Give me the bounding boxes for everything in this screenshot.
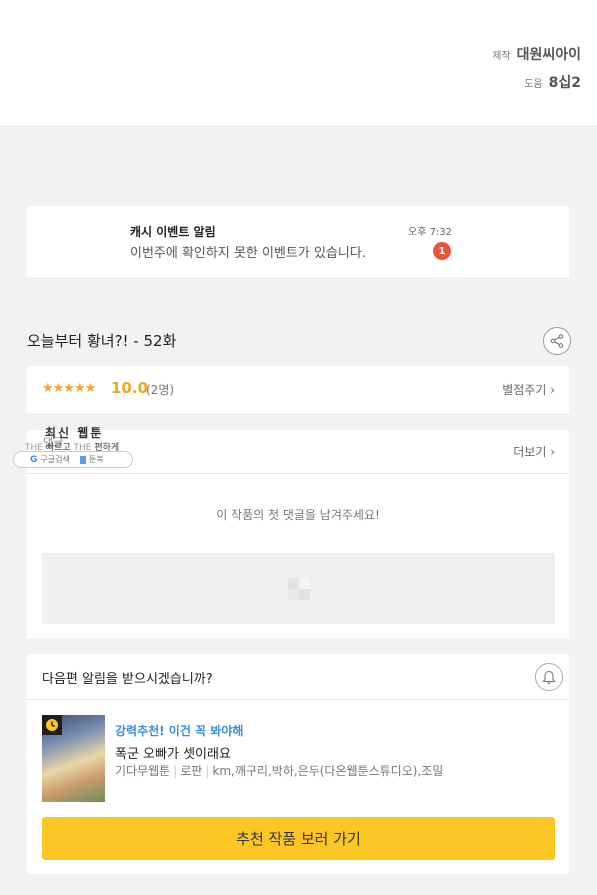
notify-question: 다음편 알림을 받으시겠습니까? xyxy=(42,672,213,687)
recommend-genre: 로판 xyxy=(180,764,203,778)
production-label: 제작 xyxy=(492,51,511,62)
top-area: 제작 대원씨아이 도움 8십2 xyxy=(0,0,597,125)
meta-separator: | xyxy=(205,764,210,778)
google-icon: G xyxy=(30,454,38,465)
episode-title: 오늘부터 황녀?! - 52화 xyxy=(27,332,177,350)
assist-label: 도움 xyxy=(524,79,543,90)
next-episode-notify-card: 다음편 알림을 받으시겠습니까? 강력추천! 이건 꼭 봐야해 폭군 오빠가 셋… xyxy=(27,654,569,874)
recommended-thumbnail[interactable] xyxy=(42,715,105,802)
recommend-type: 기다무웹툰 xyxy=(115,764,171,778)
toonbook-icon xyxy=(79,455,86,464)
webtoon-overlay-banner[interactable]: 댓글 최신 웹툰 THE 빠르고 THE 편하게 G 구글검색 툰북 xyxy=(13,422,138,470)
recommend-title[interactable]: 폭군 오빠가 셋이래요 xyxy=(115,743,231,762)
star-rating-icon: ★★★★★ xyxy=(42,381,96,396)
recommend-tag: 강력추천! 이건 꼭 봐야해 xyxy=(115,724,244,738)
event-count-badge: 1 xyxy=(433,242,451,260)
comments-more-link[interactable]: 더보기 › xyxy=(513,443,555,460)
toonbook-link[interactable]: 툰북 xyxy=(79,454,104,465)
event-time: 오후 7:32 xyxy=(408,227,453,238)
rating-card: ★★★★★ 10.0 (2명) 별점주기 › xyxy=(27,366,569,413)
event-notification-card[interactable]: 캐시 이벤트 알림 이번주에 확인하지 못한 이벤트가 있습니다. 오후 7:3… xyxy=(27,206,569,277)
comments-divider xyxy=(27,473,569,474)
production-value: 대원씨아이 xyxy=(516,47,581,63)
bell-icon xyxy=(542,670,556,684)
recommend-authors: km,깨구리,박하,은두(다온웹툰스튜디오),조밀 xyxy=(212,764,444,778)
assist-value: 8십2 xyxy=(548,75,581,91)
rating-count: (2명) xyxy=(146,383,175,397)
clock-icon xyxy=(46,719,58,731)
rate-button[interactable]: 별점주기 › xyxy=(502,381,555,398)
share-icon xyxy=(550,334,564,348)
recommend-meta: 기다무웹툰 | 로판 | km,깨구리,박하,은두(다온웹툰스튜디오),조밀 xyxy=(115,762,443,779)
event-description: 이번주에 확인하지 못한 이벤트가 있습니다. xyxy=(130,246,366,261)
wait-free-badge xyxy=(42,715,62,735)
credits: 제작 대원씨아이 도움 8십2 xyxy=(492,44,581,100)
credit-assist: 도움 8십2 xyxy=(492,72,581,100)
overlay-title: 최신 웹툰 xyxy=(45,426,104,440)
meta-separator: | xyxy=(173,764,178,778)
google-search-link[interactable]: G 구글검색 xyxy=(30,454,70,465)
notify-divider xyxy=(27,699,569,700)
comments-empty-message: 이 작품의 첫 댓글을 남겨주세요! xyxy=(216,508,380,522)
ad-placeholder xyxy=(42,553,555,624)
event-title: 캐시 이벤트 알림 xyxy=(130,225,216,239)
view-recommended-button[interactable]: 추천 작품 보러 가기 xyxy=(42,817,555,860)
share-button[interactable] xyxy=(543,327,571,355)
google-search-label: 구글검색 xyxy=(40,455,70,464)
credit-production: 제작 대원씨아이 xyxy=(492,44,581,72)
image-placeholder-icon xyxy=(287,577,310,600)
overlay-search-pill[interactable]: G 구글검색 툰북 xyxy=(13,451,133,468)
toonbook-label: 툰북 xyxy=(88,455,104,464)
rating-score: 10.0 xyxy=(111,379,149,397)
notify-bell-button[interactable] xyxy=(535,663,563,691)
